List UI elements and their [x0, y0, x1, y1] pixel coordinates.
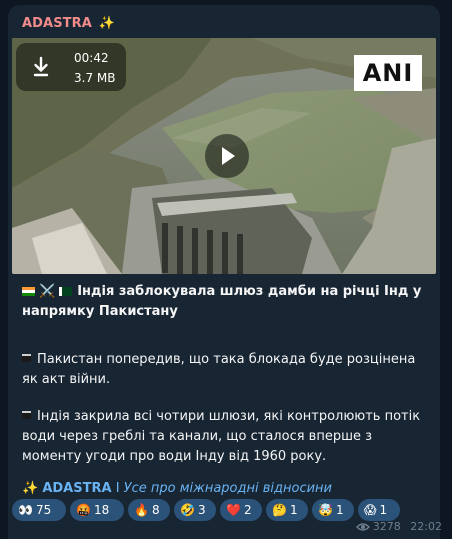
laughing-face-icon: 🤣	[180, 503, 195, 517]
reaction-heart[interactable]: ❤️ 2	[220, 499, 262, 521]
download-icon[interactable]	[29, 55, 53, 79]
views-count: 3278	[372, 520, 401, 533]
play-icon	[222, 147, 235, 165]
reaction-fire[interactable]: 🔥 8	[128, 499, 170, 521]
video-thumbnail[interactable]: 00:42 3.7 MB ANI	[12, 38, 436, 274]
reaction-count: 3	[197, 503, 206, 517]
source-separator: I	[115, 481, 120, 496]
source-channel-link[interactable]: ADASTRA	[42, 481, 111, 496]
reaction-count: 2	[243, 503, 252, 517]
message-bubble: ADASTRA ✨ 00:42 3.7 MB ANI ⚔️ Індія забл…	[8, 5, 440, 539]
paragraph-2-text: Індія закрила всі чотири шлюзи, які конт…	[22, 409, 421, 464]
reaction-count: 1	[379, 503, 388, 517]
reaction-scream[interactable]: 😱 1	[358, 499, 400, 521]
flag-bullet-icon	[22, 354, 31, 362]
screaming-face-icon: 😱	[364, 503, 377, 517]
post-title: ⚔️ Індія заблокувала шлюз дамби на річці …	[22, 282, 426, 322]
fire-icon: 🔥	[134, 503, 149, 517]
reaction-thinking[interactable]: 🤔 1	[266, 499, 308, 521]
reaction-mind-blown[interactable]: 🤯 1	[312, 499, 354, 521]
eyes-icon: 👀	[18, 503, 33, 517]
reaction-count: 1	[335, 503, 344, 517]
download-info: 00:42 3.7 MB	[16, 43, 126, 91]
source-topic: Усе про міжнародні відносини	[123, 481, 333, 496]
channel-name[interactable]: ADASTRA ✨	[22, 13, 115, 35]
heart-icon: ❤️	[226, 503, 241, 517]
reaction-count: 75	[35, 503, 52, 517]
post-paragraph-2: Індія закрила всі чотири шлюзи, які конт…	[22, 407, 426, 467]
video-duration: 00:42	[74, 51, 109, 65]
message-meta: 3278 22:02	[355, 520, 442, 533]
pakistan-flag-icon	[59, 287, 73, 296]
crossed-swords-icon: ⚔️	[39, 284, 56, 299]
thinking-face-icon: 🤔	[272, 503, 287, 517]
india-flag-icon	[22, 287, 35, 296]
reaction-count: 18	[93, 503, 110, 517]
mind-blown-icon: 🤯	[318, 503, 333, 517]
play-button[interactable]	[205, 134, 249, 178]
sparkles-icon: ✨	[22, 481, 39, 496]
post-paragraph-1: Пакистан попередив, що така блокада буде…	[22, 350, 426, 390]
post-title-text: Індія заблокувала шлюз дамби на річці Ін…	[22, 284, 422, 319]
ani-watermark-logo: ANI	[354, 55, 422, 91]
reaction-eyes[interactable]: 👀 75	[12, 499, 66, 521]
reaction-count: 1	[289, 503, 298, 517]
reaction-count: 8	[151, 503, 160, 517]
views-eye-icon	[355, 523, 370, 531]
reaction-laughing[interactable]: 🤣 3	[174, 499, 216, 521]
sparkles-icon: ✨	[98, 16, 115, 31]
message-time: 22:02	[410, 520, 442, 533]
video-size: 3.7 MB	[74, 71, 116, 85]
paragraph-1-text: Пакистан попередив, що така блокада буде…	[22, 352, 416, 387]
angry-face-icon: 🤬	[76, 503, 91, 517]
channel-name-label: ADASTRA	[22, 16, 92, 31]
source-line: ✨ ADASTRA I Усе про міжнародні відносини	[22, 479, 426, 499]
flag-bullet-icon	[22, 411, 31, 419]
reaction-angry[interactable]: 🤬 18	[70, 499, 124, 521]
